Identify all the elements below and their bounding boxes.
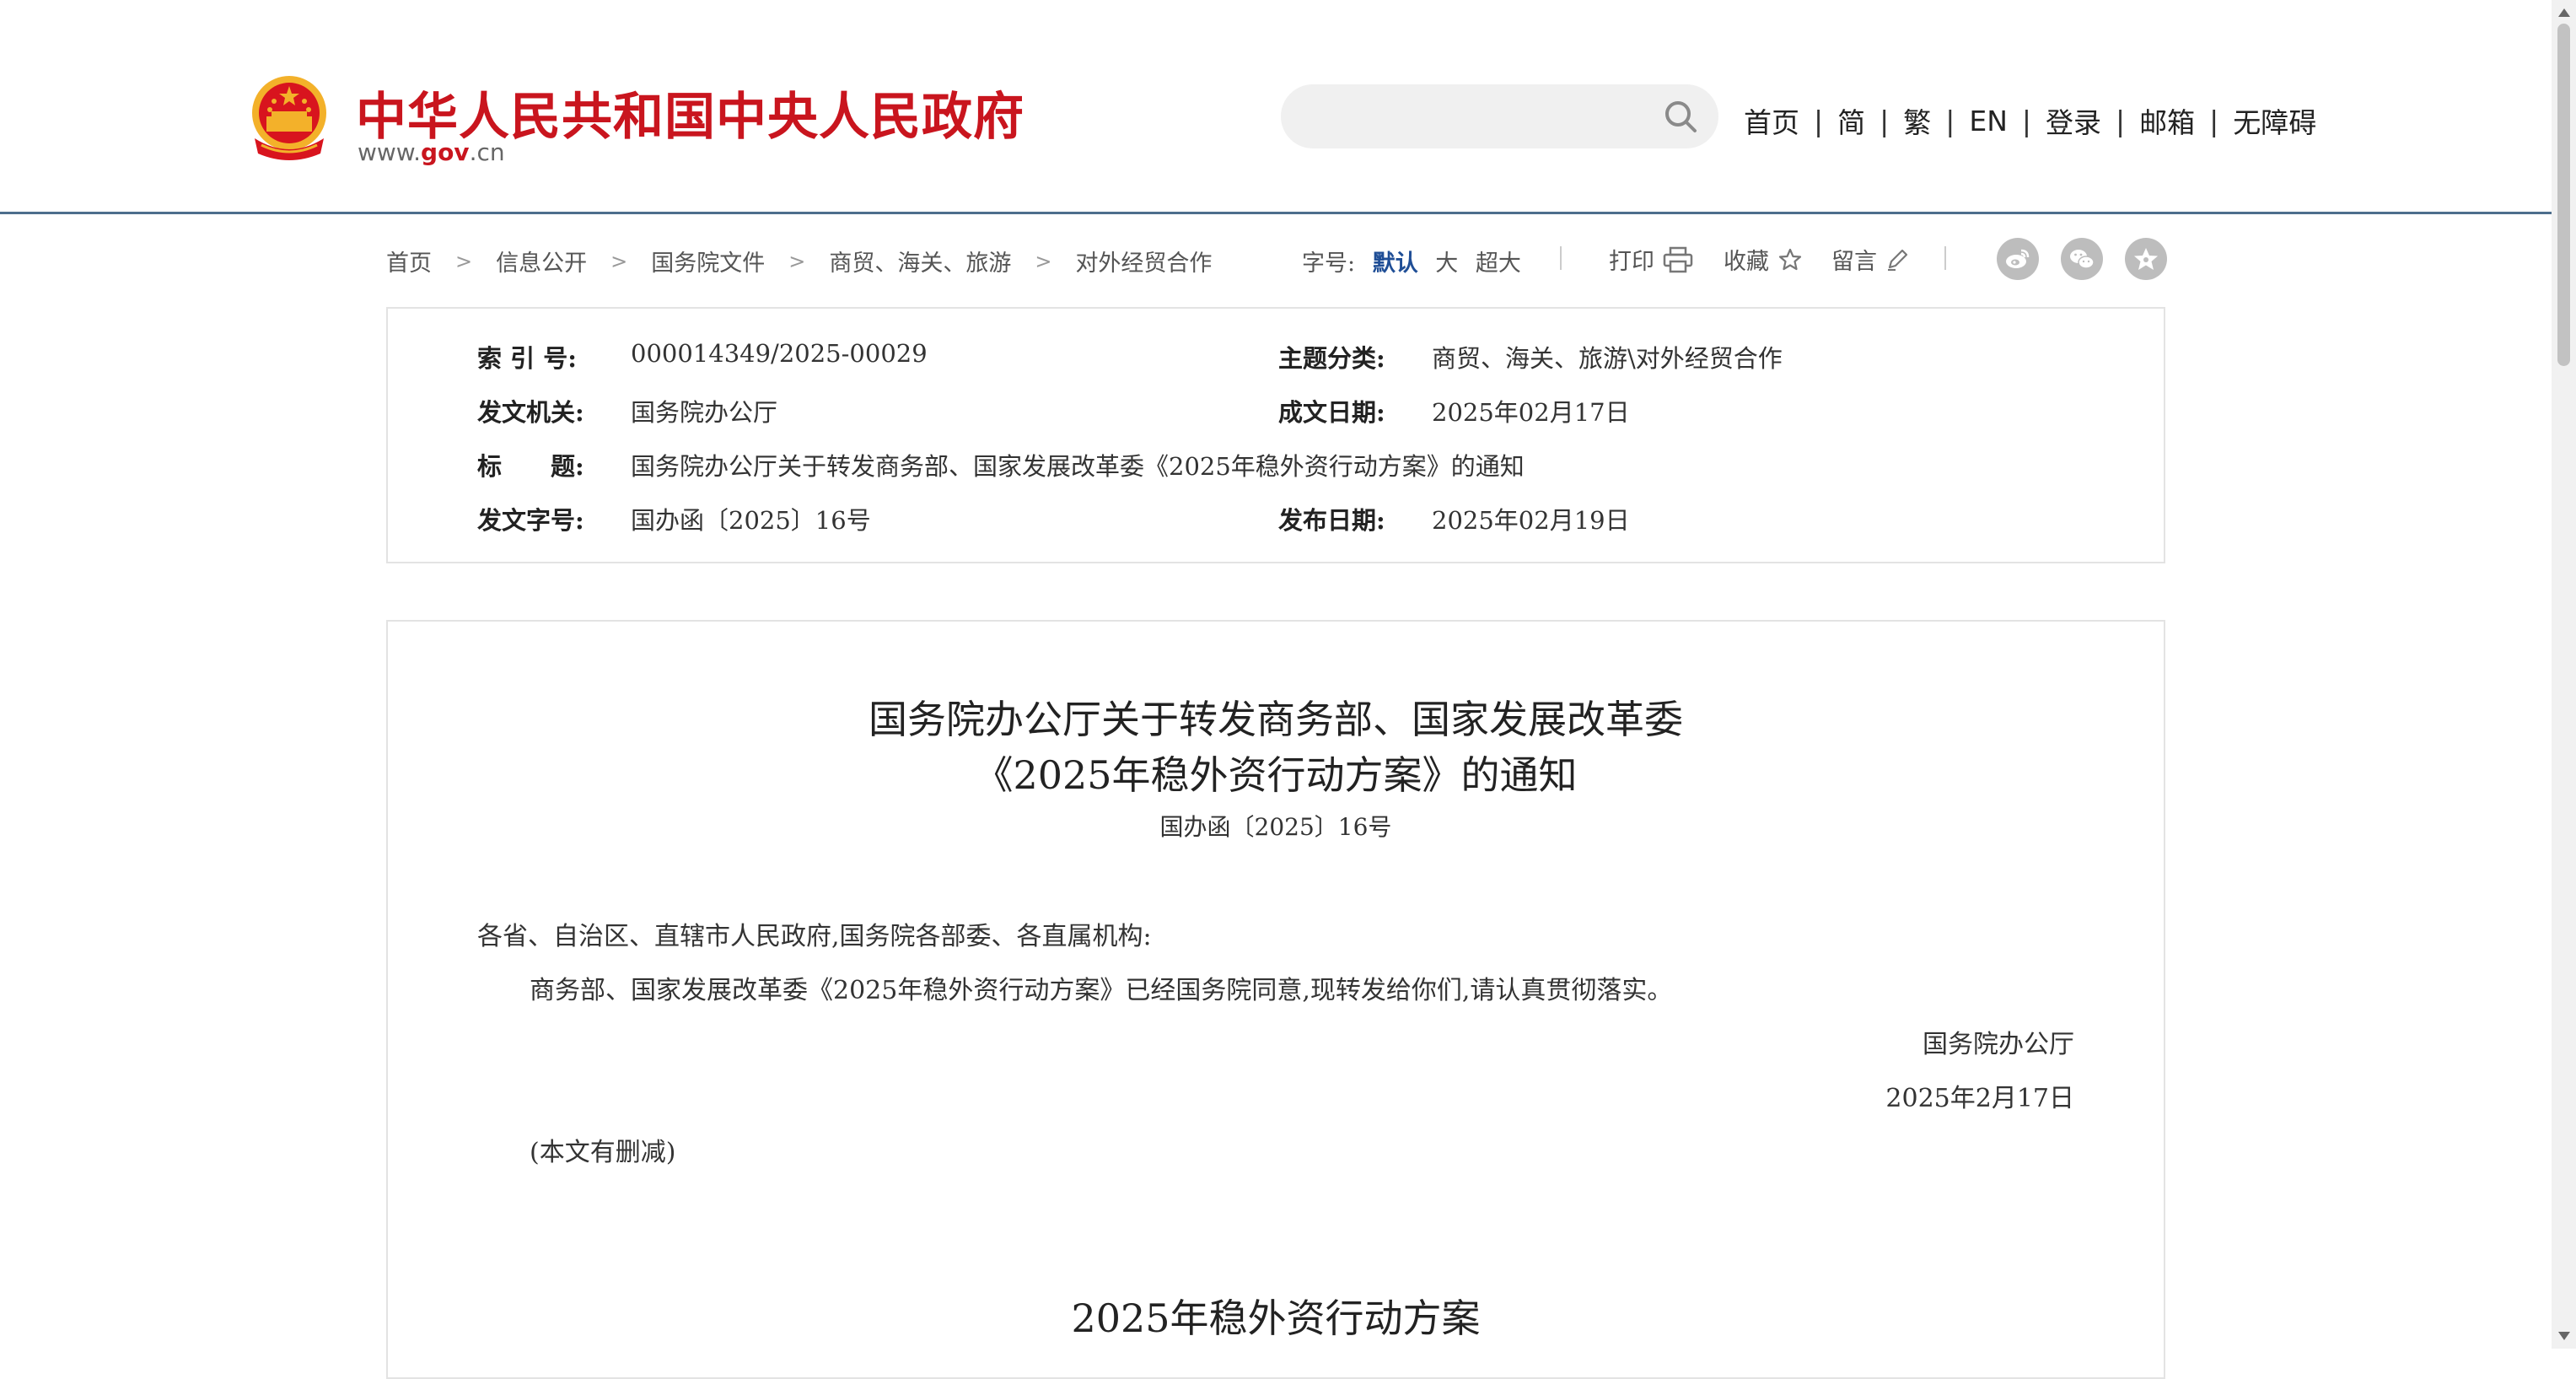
site-url-domain: gov: [421, 138, 470, 166]
scroll-up-arrow-icon[interactable]: [2558, 8, 2570, 17]
font-size-large[interactable]: 大: [1435, 250, 1458, 277]
chevron-right-icon: >: [788, 249, 806, 273]
article-title-line-1: 国务院办公厅关于转发商务部、国家发展改革委: [869, 697, 1683, 742]
meta-published-value: 2025年02月19日: [1432, 506, 1630, 535]
meta-topic-value: 商贸、海关、旅游\对外经贸合作: [1432, 344, 1783, 373]
nav-login[interactable]: 登录: [2046, 100, 2101, 141]
breadcrumb-home[interactable]: 首页: [386, 245, 432, 277]
comment-label: 留言: [1831, 249, 1877, 275]
meta-issuer-value: 国务院办公厅: [631, 398, 778, 427]
star-icon: [2134, 248, 2158, 270]
breadcrumb-toolbar: 首页 > 信息公开 > 国务院文件 > 商贸、海关、旅游 > 对外经贸合作 字号…: [386, 238, 2167, 280]
print-label: 打印: [1609, 249, 1654, 275]
meta-index-value: 000014349/2025-00029: [631, 339, 928, 368]
nav-separator: |: [1814, 104, 1824, 137]
breadcrumb-state-council-docs[interactable]: 国务院文件: [651, 245, 765, 277]
share-favorite-button[interactable]: [2125, 238, 2167, 280]
breadcrumb-info-public[interactable]: 信息公开: [496, 245, 587, 277]
scroll-down-arrow-icon[interactable]: [2558, 1332, 2570, 1340]
print-button[interactable]: 打印: [1609, 243, 1693, 276]
site-header: 中华人民共和国中央人民政府 www.gov.cn 首页 | 简 | 繁 | EN…: [0, 0, 2552, 214]
site-url-prefix: www.: [358, 138, 422, 166]
share-wechat-button[interactable]: [2061, 238, 2103, 280]
nav-separator: |: [1880, 104, 1890, 137]
article-title-line-2: 《2025年稳外资行动方案》的通知: [974, 752, 1578, 798]
toolbar-divider: [1944, 246, 1946, 270]
nav-separator: |: [1945, 104, 1955, 137]
article-note: (本文有删减): [530, 1138, 676, 1167]
search-input[interactable]: [1306, 84, 1647, 150]
chevron-right-icon: >: [1035, 249, 1052, 273]
top-nav: 首页 | 简 | 繁 | EN | 登录 | 邮箱 | 无障碍: [1744, 100, 2316, 142]
font-size-switcher: 字号: 默认 大 超大: [1302, 245, 1521, 277]
printer-icon: [1663, 246, 1693, 272]
meta-issuer-label: 发文机关:: [477, 398, 584, 427]
font-size-default[interactable]: 默认: [1373, 250, 1418, 277]
nav-separator: |: [2021, 104, 2032, 137]
nav-traditional[interactable]: 繁: [1903, 100, 1931, 141]
meta-index-label: 索 引 号:: [477, 344, 577, 373]
scrollbar-thumb[interactable]: [2557, 24, 2570, 366]
chevron-right-icon: >: [610, 249, 628, 273]
meta-docno-label: 发文字号:: [477, 506, 584, 535]
breadcrumb-foreign-trade[interactable]: 对外经贸合作: [1075, 245, 1212, 277]
nav-accessibility[interactable]: 无障碍: [2233, 100, 2316, 141]
page-scrollbar[interactable]: [2552, 0, 2576, 1349]
comment-button[interactable]: 留言: [1831, 243, 1909, 276]
favorite-label: 收藏: [1724, 249, 1769, 275]
toolbar-divider: [1560, 246, 1562, 270]
national-emblem-icon: [252, 76, 326, 160]
nav-separator: |: [2209, 104, 2219, 137]
site-url: www.gov.cn: [358, 138, 505, 166]
nav-separator: |: [2116, 104, 2126, 137]
font-size-xlarge[interactable]: 超大: [1476, 250, 1521, 277]
favorite-button[interactable]: 收藏: [1724, 243, 1803, 276]
article-signer: 国务院办公厅: [1923, 1030, 2074, 1059]
article-body: 国务院办公厅关于转发商务部、国家发展改革委 《2025年稳外资行动方案》的通知 …: [386, 620, 2165, 1379]
star-outline-icon: [1778, 248, 1802, 270]
meta-topic-label: 主题分类:: [1278, 344, 1385, 373]
site-url-suffix: .cn: [469, 138, 505, 166]
meta-title-label: 标 题:: [477, 452, 584, 481]
nav-home[interactable]: 首页: [1744, 100, 1799, 141]
weibo-icon: [2006, 249, 2030, 268]
nav-mailbox[interactable]: 邮箱: [2139, 100, 2195, 141]
nav-simplified[interactable]: 简: [1837, 100, 1865, 141]
chevron-right-icon: >: [455, 249, 473, 273]
meta-docno-value: 国办函〔2025〕16号: [631, 506, 871, 535]
search-box: [1281, 84, 1718, 150]
article-sign-date: 2025年2月17日: [1885, 1084, 2074, 1113]
breadcrumb: 首页 > 信息公开 > 国务院文件 > 商贸、海关、旅游 > 对外经贸合作: [386, 245, 1212, 277]
section-title: 2025年稳外资行动方案: [1071, 1296, 1481, 1341]
pencil-icon: [1888, 249, 1908, 271]
share-weibo-button[interactable]: [1997, 238, 2039, 280]
article-paragraph: 商务部、国家发展改革委《2025年稳外资行动方案》已经国务院同意,现转发给你们,…: [530, 976, 1673, 1005]
wechat-icon: [2070, 250, 2095, 269]
nav-english[interactable]: EN: [1969, 105, 2008, 137]
article-salutation: 各省、自治区、直辖市人民政府,国务院各部委、各直属机构:: [477, 922, 1152, 951]
meta-created-value: 2025年02月17日: [1432, 398, 1630, 427]
search-icon[interactable]: [1663, 99, 1698, 134]
site-logo[interactable]: 中华人民共和国中央人民政府 www.gov.cn: [246, 73, 1089, 174]
meta-created-label: 成文日期:: [1278, 398, 1385, 427]
document-metadata: 索 引 号: 000014349/2025-00029 主题分类: 商贸、海关、…: [386, 307, 2165, 563]
font-size-label: 字号:: [1302, 250, 1356, 277]
breadcrumb-trade-customs-tourism[interactable]: 商贸、海关、旅游: [829, 245, 1011, 277]
meta-published-label: 发布日期:: [1278, 506, 1385, 535]
article-doc-number: 国办函〔2025〕16号: [1159, 813, 1392, 841]
meta-title-value: 国务院办公厅关于转发商务部、国家发展改革委《2025年稳外资行动方案》的通知: [631, 452, 1525, 481]
